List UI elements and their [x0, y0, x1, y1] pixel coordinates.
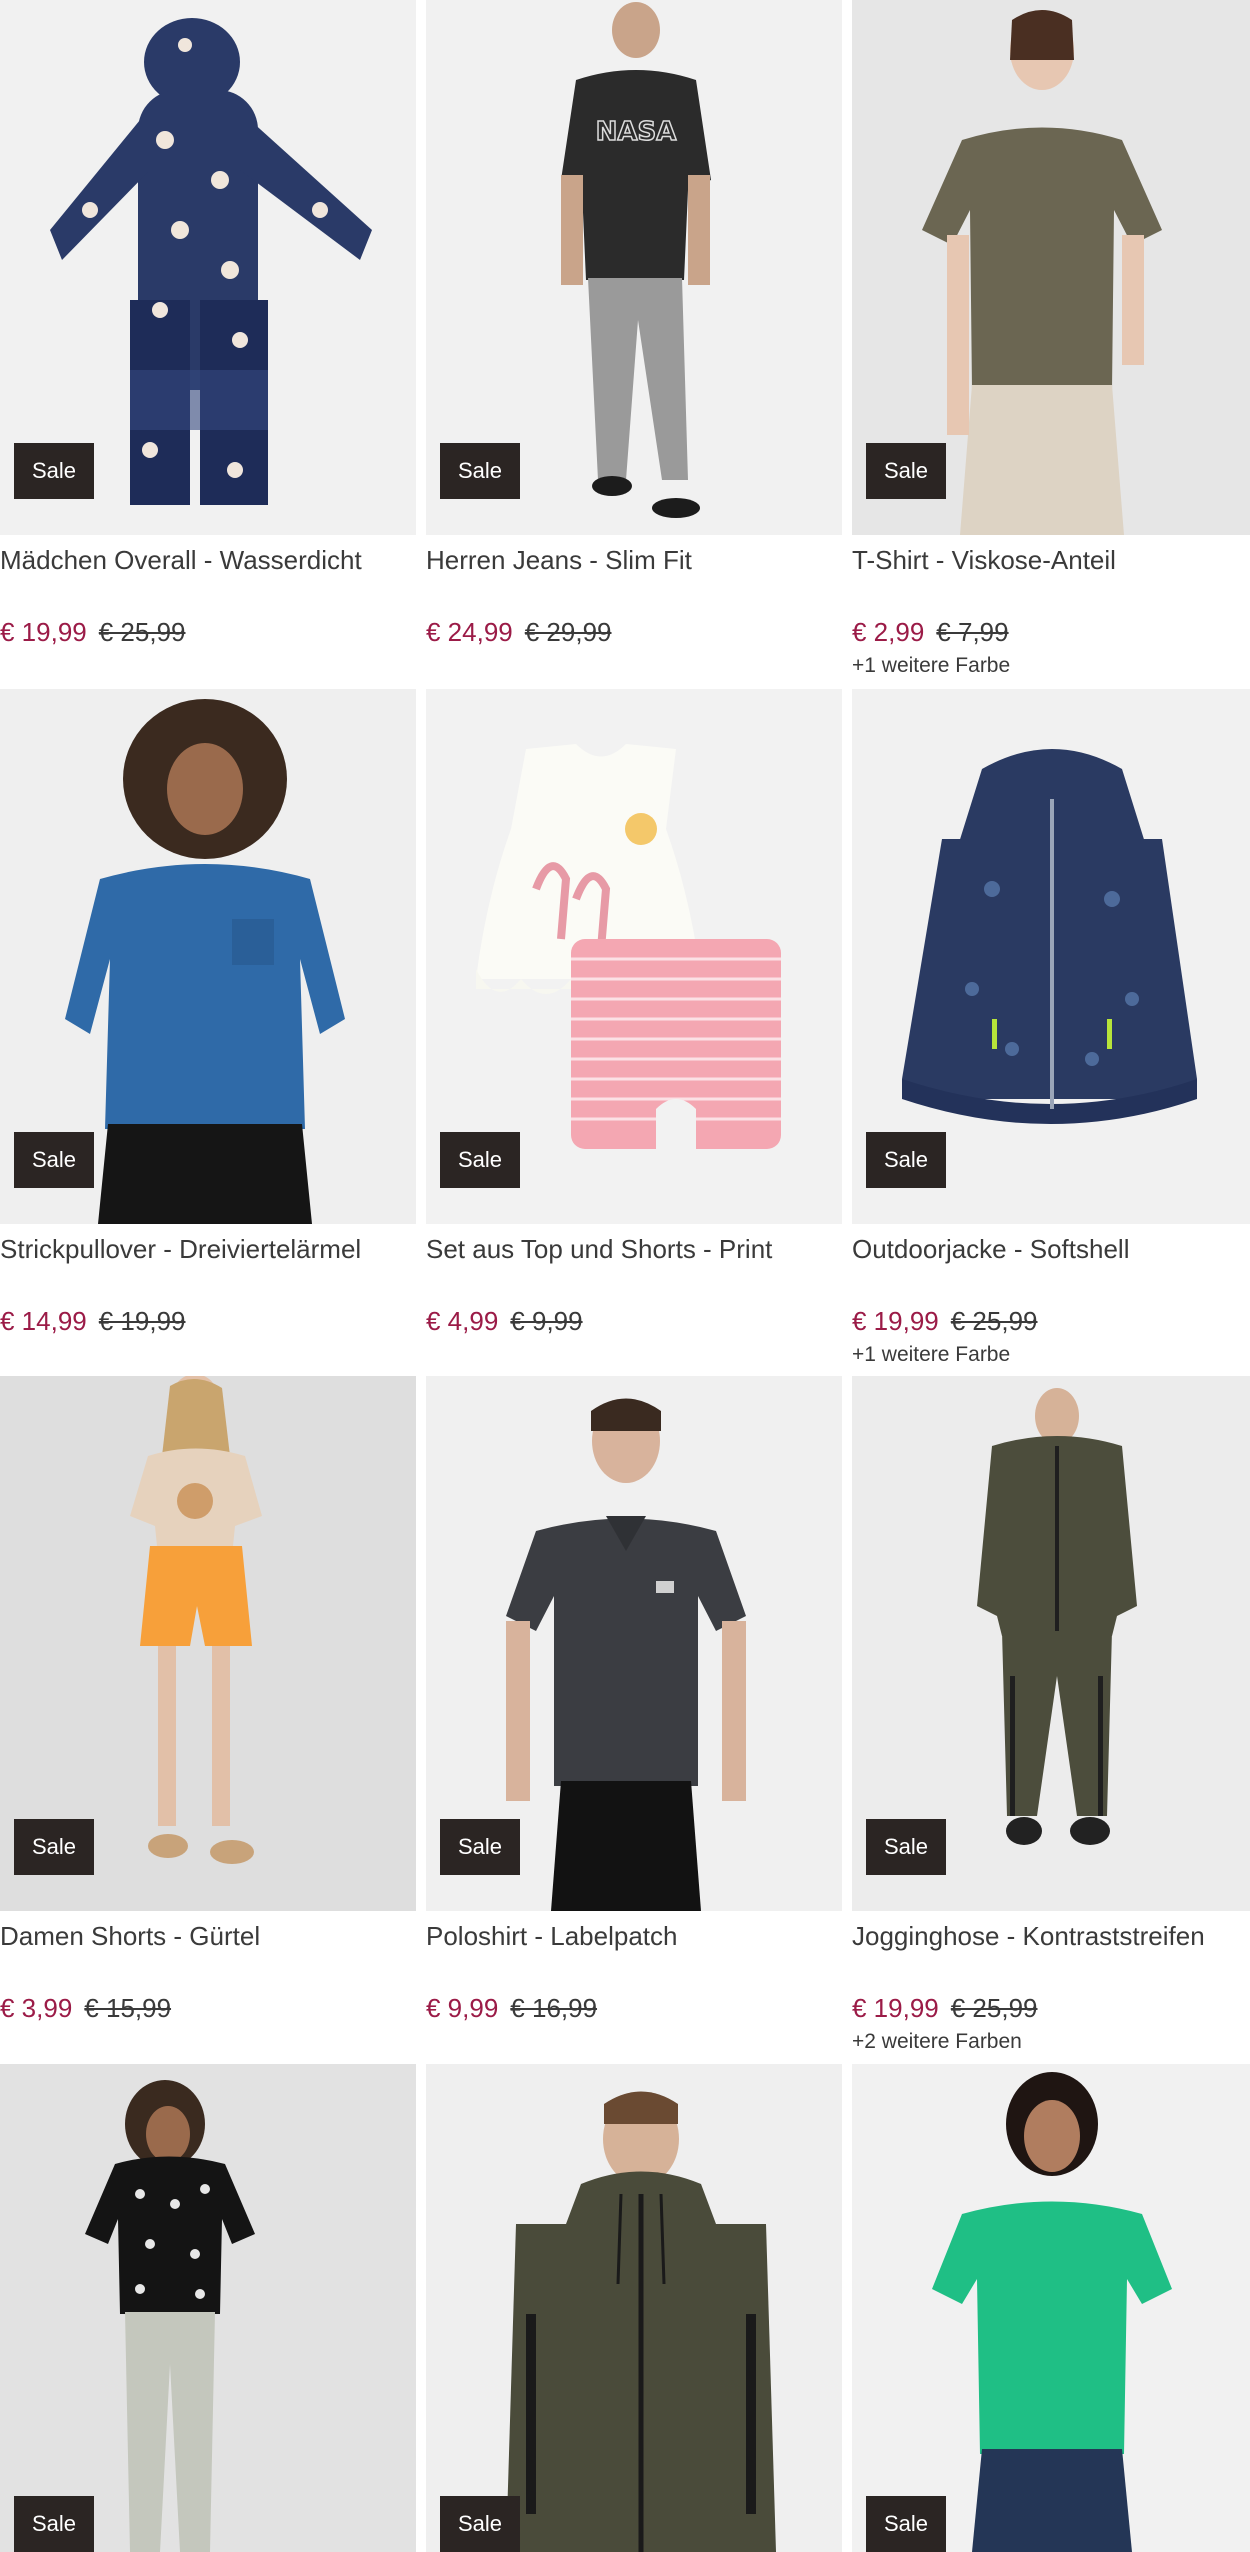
product-image[interactable]: Sale [852, 689, 1250, 1224]
product-title[interactable]: T-Shirt - Viskose-Anteil [852, 545, 1116, 576]
price-row: € 9,99 € 16,99 [426, 1993, 597, 2024]
sale-badge: Sale [440, 1819, 520, 1875]
product-image[interactable]: Sale [0, 1376, 416, 1911]
price-row: € 19,99 € 25,99 [852, 1993, 1038, 2024]
product-image[interactable]: NASA Sale [426, 0, 842, 535]
product-title[interactable]: Jogginghose - Kontraststreifen [852, 1921, 1205, 1952]
price-row: € 2,99 € 7,99 [852, 617, 1009, 648]
current-price: € 19,99 [852, 1993, 939, 2023]
svg-text:NASA: NASA [596, 117, 677, 147]
printed-shirt-image [0, 2064, 416, 2552]
product-image[interactable]: Sale [852, 1376, 1250, 1911]
price-row: € 3,99 € 15,99 [0, 1993, 171, 2024]
sale-badge: Sale [440, 1132, 520, 1188]
current-price: € 24,99 [426, 617, 513, 647]
sale-badge: Sale [14, 443, 94, 499]
current-price: € 19,99 [852, 1306, 939, 1336]
current-price: € 9,99 [426, 1993, 499, 2023]
price-row: € 19,99 € 25,99 [852, 1306, 1038, 1337]
current-price: € 2,99 [852, 617, 925, 647]
hoodie-image [426, 2064, 842, 2552]
price-row: € 19,99 € 25,99 [0, 617, 186, 648]
current-price: € 4,99 [426, 1306, 499, 1336]
sale-badge: Sale [866, 1132, 946, 1188]
more-colors-link[interactable]: +1 weitere Farbe [852, 1343, 1010, 1367]
current-price: € 14,99 [0, 1306, 87, 1336]
price-row: € 24,99 € 29,99 [426, 617, 612, 648]
product-image[interactable]: Sale [0, 689, 416, 1224]
old-price: € 25,99 [950, 1306, 1038, 1336]
old-price: € 19,99 [98, 1306, 186, 1336]
price-row: € 14,99 € 19,99 [0, 1306, 186, 1337]
current-price: € 3,99 [0, 1993, 73, 2023]
old-price: € 16,99 [510, 1993, 598, 2023]
product-image[interactable]: Sale [852, 2064, 1250, 2552]
product-image[interactable]: Sale [426, 2064, 842, 2552]
sale-badge: Sale [866, 443, 946, 499]
product-image[interactable]: Sale [0, 2064, 416, 2552]
old-price: € 25,99 [98, 617, 186, 647]
sale-badge: Sale [14, 1132, 94, 1188]
old-price: € 25,99 [950, 1993, 1038, 2023]
old-price: € 7,99 [936, 617, 1009, 647]
current-price: € 19,99 [0, 617, 87, 647]
product-image[interactable]: Sale [0, 0, 416, 535]
sale-badge: Sale [14, 1819, 94, 1875]
sale-badge: Sale [14, 2496, 94, 2552]
product-image[interactable]: Sale [426, 1376, 842, 1911]
old-price: € 9,99 [510, 1306, 583, 1336]
sale-badge: Sale [440, 443, 520, 499]
more-colors-link[interactable]: +1 weitere Farbe [852, 654, 1010, 678]
product-title[interactable]: Damen Shorts - Gürtel [0, 1921, 260, 1952]
product-title[interactable]: Herren Jeans - Slim Fit [426, 545, 692, 576]
sale-badge: Sale [866, 1819, 946, 1875]
price-row: € 4,99 € 9,99 [426, 1306, 583, 1337]
product-title[interactable]: Mädchen Overall - Wasserdicht [0, 545, 362, 576]
sale-badge: Sale [440, 2496, 520, 2552]
product-image[interactable]: Sale [426, 689, 842, 1224]
product-title[interactable]: Outdoorjacke - Softshell [852, 1234, 1129, 1265]
product-title[interactable]: Poloshirt - Labelpatch [426, 1921, 677, 1952]
old-price: € 15,99 [84, 1993, 172, 2023]
green-shirt-image [852, 2064, 1250, 2552]
more-colors-link[interactable]: +2 weitere Farben [852, 2030, 1022, 2054]
product-title[interactable]: Set aus Top und Shorts - Print [426, 1234, 772, 1265]
product-image[interactable]: Sale [852, 0, 1250, 535]
sale-badge: Sale [866, 2496, 946, 2552]
old-price: € 29,99 [524, 617, 612, 647]
product-title[interactable]: Strickpullover - Dreiviertelärmel [0, 1234, 361, 1265]
